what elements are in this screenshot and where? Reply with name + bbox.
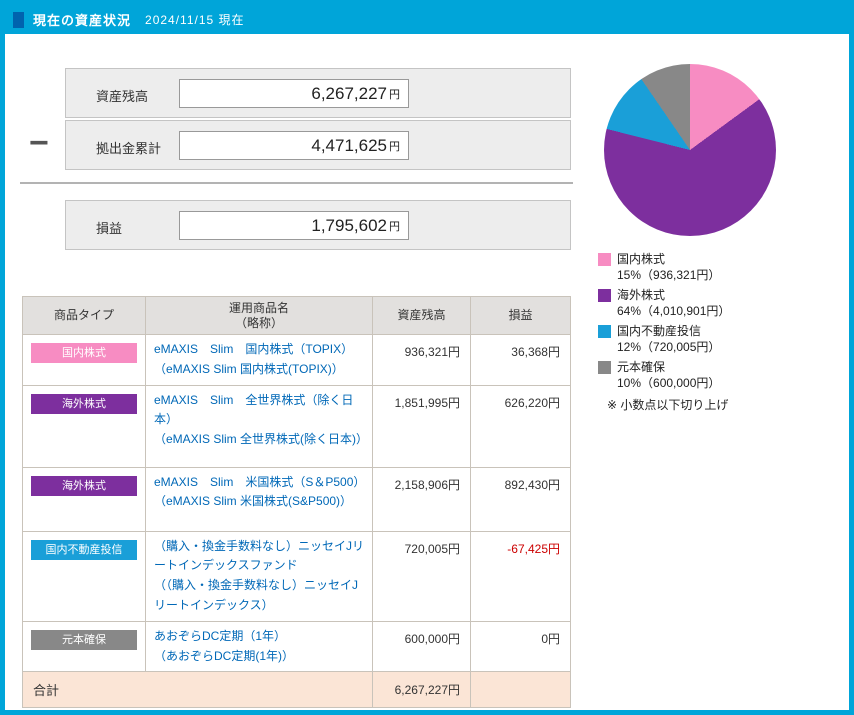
product-name-abbr: （eMAXIS Slim 全世界株式(除く日本)） — [154, 430, 364, 450]
col-product-name-line2: （略称） — [148, 316, 370, 331]
legend-label: 国内不動産投信 — [617, 323, 720, 339]
rounding-note: ※ 小数点以下切り上げ — [607, 396, 730, 413]
product-name: あおぞらDC定期（1年） — [154, 627, 364, 647]
legend-label: 海外株式 — [617, 287, 730, 303]
product-type-badge: 海外株式 — [31, 476, 137, 496]
table-row: 元本確保 あおぞらDC定期（1年） （あおぞらDC定期(1年)） 600,000… — [23, 621, 571, 672]
table-row: 国内不動産投信 （購入・換金手数料なし）ニッセイJリートインデックスファンド （… — [23, 531, 571, 621]
product-name-cell: （購入・換金手数料なし）ニッセイJリートインデックスファンド （（購入・換金手数… — [146, 531, 373, 621]
legend-label: 元本確保 — [617, 359, 720, 375]
product-name-cell: eMAXIS Slim 米国株式（S＆P500） （eMAXIS Slim 米国… — [146, 467, 373, 531]
balance-cell: 2,158,906円 — [373, 467, 471, 531]
legend-item: 国内不動産投信 12%（720,005円） — [598, 323, 730, 355]
legend-label: 国内株式 — [617, 251, 720, 267]
contribution-total-amount: 4,471,625 — [311, 136, 387, 156]
legend-value: 10%（600,000円） — [617, 375, 720, 391]
yen-unit: 円 — [389, 218, 400, 234]
legend-item: 海外株式 64%（4,010,901円） — [598, 287, 730, 319]
legend-swatch — [598, 253, 611, 266]
balance-cell: 720,005円 — [373, 531, 471, 621]
product-type-badge: 海外株式 — [31, 394, 137, 414]
balance-cell: 1,851,995円 — [373, 385, 471, 467]
product-type-badge: 国内株式 — [31, 343, 137, 363]
profit-loss-box: 損益 1,795,602 円 — [65, 200, 571, 250]
profit-loss-label: 損益 — [96, 218, 122, 237]
legend-value: 64%（4,010,901円） — [617, 303, 730, 319]
yen-unit: 円 — [389, 86, 400, 102]
product-type-badge: 国内不動産投信 — [31, 540, 137, 560]
product-type-badge: 元本確保 — [31, 630, 137, 650]
table-header-row: 商品タイプ 運用商品名 （略称） 資産残高 損益 — [23, 297, 571, 335]
as-of-date: 2024/11/15 現在 — [145, 11, 245, 28]
legend-item: 国内株式 15%（936,321円） — [598, 251, 730, 283]
col-balance: 資産残高 — [373, 297, 471, 335]
balance-cell: 600,000円 — [373, 621, 471, 672]
legend-swatch — [598, 325, 611, 338]
profit-loss-amount: 1,795,602 — [311, 216, 387, 236]
product-name: eMAXIS Slim 国内株式（TOPIX） — [154, 340, 364, 360]
asset-balance-label: 資産残高 — [96, 86, 148, 105]
profit-loss-cell: 626,220円 — [471, 385, 571, 467]
page-header: 現在の資産状況 2024/11/15 現在 — [5, 5, 849, 34]
col-product-name: 運用商品名 （略称） — [146, 297, 373, 335]
legend-swatch — [598, 361, 611, 374]
profit-loss-cell: 892,430円 — [471, 467, 571, 531]
contribution-total-field: 4,471,625 円 — [179, 131, 409, 160]
product-name-cell: eMAXIS Slim 全世界株式（除く日本） （eMAXIS Slim 全世界… — [146, 385, 373, 467]
asset-status-page: 現在の資産状況 2024/11/15 現在 資産残高 6,267,227 円 −… — [0, 0, 854, 715]
total-label: 合計 — [23, 672, 373, 708]
profit-loss-field: 1,795,602 円 — [179, 211, 409, 240]
legend-item: 元本確保 10%（600,000円） — [598, 359, 730, 391]
product-name-abbr: （（購入・換金手数料なし）ニッセイJリートインデックス） — [154, 576, 364, 616]
balance-cell: 936,321円 — [373, 335, 471, 386]
asset-balance-amount: 6,267,227 — [311, 84, 387, 104]
product-name-abbr: （あおぞらDC定期(1年)） — [154, 647, 364, 667]
asset-detail-table: 商品タイプ 運用商品名 （略称） 資産残高 損益 国内株式 eMAXIS Sli… — [22, 296, 571, 708]
header-accent-square — [13, 12, 24, 28]
legend-swatch — [598, 289, 611, 302]
profit-loss-cell: -67,425円 — [471, 531, 571, 621]
yen-unit: 円 — [389, 138, 400, 154]
minus-operator: − — [29, 126, 49, 160]
legend-value: 15%（936,321円） — [617, 267, 720, 283]
total-profit-loss — [471, 672, 571, 708]
table-footer-row: 合計 6,267,227円 — [23, 672, 571, 708]
total-balance: 6,267,227円 — [373, 672, 471, 708]
product-name-cell: eMAXIS Slim 国内株式（TOPIX） （eMAXIS Slim 国内株… — [146, 335, 373, 386]
table-row: 国内株式 eMAXIS Slim 国内株式（TOPIX） （eMAXIS Sli… — [23, 335, 571, 386]
chart-legend: 国内株式 15%（936,321円） 海外株式 64%（4,010,901円） … — [598, 251, 730, 413]
content-area: 資産残高 6,267,227 円 − 拠出金累計 4,471,625 円 損益 … — [5, 34, 849, 681]
col-product-type: 商品タイプ — [23, 297, 146, 335]
contribution-total-label: 拠出金累計 — [96, 138, 161, 157]
table-row: 海外株式 eMAXIS Slim 全世界株式（除く日本） （eMAXIS Sli… — [23, 385, 571, 467]
legend-value: 12%（720,005円） — [617, 339, 720, 355]
product-name-abbr: （eMAXIS Slim 国内株式(TOPIX)） — [154, 360, 364, 380]
col-product-name-line1: 運用商品名 — [148, 301, 370, 316]
product-name-abbr: （eMAXIS Slim 米国株式(S&P500)） — [154, 492, 364, 512]
sum-divider-line — [20, 182, 573, 184]
product-name: （購入・換金手数料なし）ニッセイJリートインデックスファンド — [154, 537, 364, 577]
col-profit-loss: 損益 — [471, 297, 571, 335]
product-name: eMAXIS Slim 全世界株式（除く日本） — [154, 391, 364, 431]
product-name-cell: あおぞらDC定期（1年） （あおぞらDC定期(1年)） — [146, 621, 373, 672]
profit-loss-cell: 36,368円 — [471, 335, 571, 386]
pie-chart — [604, 64, 776, 236]
asset-balance-field: 6,267,227 円 — [179, 79, 409, 108]
table-row: 海外株式 eMAXIS Slim 米国株式（S＆P500） （eMAXIS Sl… — [23, 467, 571, 531]
contribution-total-box: 拠出金累計 4,471,625 円 — [65, 120, 571, 170]
product-name: eMAXIS Slim 米国株式（S＆P500） — [154, 473, 364, 493]
page-title: 現在の資産状況 — [33, 10, 131, 29]
profit-loss-cell: 0円 — [471, 621, 571, 672]
asset-balance-box: 資産残高 6,267,227 円 — [65, 68, 571, 118]
